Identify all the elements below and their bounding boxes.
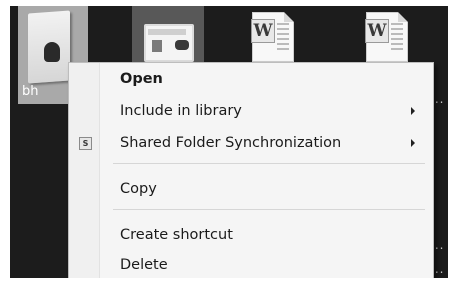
menu-item-include-in-library[interactable]: Include in library [69, 99, 433, 123]
app-window-icon [144, 24, 194, 62]
person-icon [44, 42, 60, 62]
menu-item-label: Shared Folder Synchronization [120, 135, 342, 151]
menu-separator [113, 209, 425, 210]
menu-item-label: Open [120, 71, 163, 87]
menu-item-label: Include in library [120, 103, 242, 119]
screenshot-frame: bh W W ... ... ... Open Include in libra… [0, 0, 458, 283]
menu-item-label: Delete [120, 257, 168, 273]
menu-item-delete[interactable]: Delete [69, 253, 433, 277]
text-lines [277, 23, 289, 51]
word-badge: W [251, 19, 275, 43]
app-icon-titlebar [148, 29, 186, 35]
sync-icon: S [79, 137, 92, 150]
app-icon-glyph [152, 40, 162, 52]
menu-item-copy[interactable]: Copy [69, 177, 433, 201]
word-document-icon: W [251, 12, 294, 62]
desktop: bh W W ... ... ... Open Include in libra… [10, 6, 448, 278]
submenu-arrow-icon [411, 107, 415, 115]
page-fold [284, 12, 294, 22]
menu-item-create-shortcut[interactable]: Create shortcut [69, 223, 433, 247]
word-document-icon: W [365, 12, 408, 62]
context-menu: Open Include in library S Shared Folder … [68, 62, 434, 278]
menu-separator [113, 163, 425, 164]
app-icon-button [175, 40, 189, 50]
menu-item-label: Create shortcut [120, 227, 233, 243]
word-badge: W [365, 19, 389, 43]
text-lines [391, 23, 403, 51]
desktop-icon-label: bh [22, 84, 39, 99]
page-fold [398, 12, 408, 22]
menu-item-open[interactable]: Open [69, 67, 433, 91]
submenu-arrow-icon [411, 139, 415, 147]
menu-item-label: Copy [120, 181, 157, 197]
menu-item-shared-folder-sync[interactable]: S Shared Folder Synchronization [69, 131, 433, 155]
